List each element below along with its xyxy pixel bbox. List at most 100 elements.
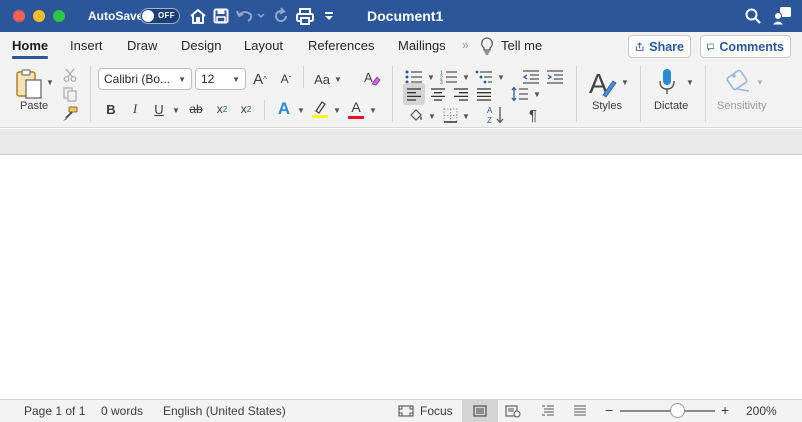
align-right-icon[interactable] — [451, 83, 471, 105]
line-spacing-chevron-icon[interactable]: ▼ — [533, 90, 541, 99]
highlight-chevron-icon[interactable]: ▼ — [333, 106, 341, 115]
superscript-button[interactable]: x2 — [236, 99, 256, 119]
underline-options-chevron-icon[interactable]: ▼ — [172, 106, 180, 115]
borders-chevron-icon[interactable]: ▼ — [462, 112, 470, 121]
group-separator — [303, 66, 304, 88]
borders-icon[interactable] — [440, 105, 460, 125]
print-icon[interactable] — [294, 5, 316, 27]
font-size-value: 12 — [201, 72, 215, 86]
undo-dropdown-icon[interactable] — [254, 5, 268, 27]
subscript-button[interactable]: x2 — [212, 99, 232, 119]
shading-icon[interactable] — [406, 105, 426, 125]
copy-icon[interactable] — [62, 86, 78, 102]
zoom-out-button[interactable]: − — [605, 402, 613, 418]
font-color-chevron-icon[interactable]: ▼ — [369, 106, 377, 115]
undo-icon[interactable] — [234, 5, 256, 27]
language-indicator[interactable]: English (United States) — [163, 404, 286, 418]
increase-indent-icon[interactable] — [545, 68, 565, 86]
close-window-button[interactable] — [13, 10, 25, 22]
shading-chevron-icon[interactable]: ▼ — [428, 112, 436, 121]
text-effects-chevron-icon[interactable]: ▼ — [297, 106, 305, 115]
web-layout-icon[interactable] — [505, 405, 521, 421]
grow-font-glyph: A — [253, 70, 264, 88]
lightbulb-icon[interactable] — [480, 37, 494, 58]
grow-font-button[interactable]: A ^ — [250, 69, 270, 89]
customize-toolbar-icon[interactable] — [318, 5, 340, 27]
strikethrough-button[interactable]: ab — [186, 99, 206, 119]
svg-text:A: A — [487, 106, 493, 115]
tab-layout[interactable]: Layout — [244, 38, 283, 53]
microphone-icon[interactable] — [654, 66, 680, 98]
bullets-chevron-icon[interactable]: ▼ — [427, 73, 435, 82]
align-center-icon[interactable] — [428, 83, 448, 105]
word-count[interactable]: 0 words — [101, 404, 143, 418]
group-separator — [392, 66, 393, 122]
cut-icon[interactable] — [62, 67, 78, 83]
comments-button[interactable]: Comments — [700, 35, 791, 58]
font-name-dropdown[interactable]: Calibri (Bo... ▼ — [98, 68, 192, 90]
paste-options-chevron-icon[interactable]: ▼ — [46, 78, 54, 87]
zoom-slider-thumb[interactable] — [670, 403, 685, 418]
multilevel-chevron-icon[interactable]: ▼ — [497, 73, 505, 82]
numbering-chevron-icon[interactable]: ▼ — [462, 73, 470, 82]
document-canvas[interactable] — [0, 155, 802, 399]
tab-insert[interactable]: Insert — [70, 38, 103, 53]
styles-chevron-icon[interactable]: ▼ — [621, 78, 629, 87]
styles-label: Styles — [592, 100, 622, 112]
text-effects-button[interactable]: A — [274, 98, 294, 120]
group-separator — [90, 66, 91, 122]
focus-icon[interactable] — [398, 405, 414, 420]
tab-references[interactable]: References — [308, 38, 374, 53]
sensitivity-chevron-icon[interactable]: ▼ — [756, 78, 764, 87]
minimize-window-button[interactable] — [33, 10, 45, 22]
group-separator — [576, 66, 577, 122]
dictate-chevron-icon[interactable]: ▼ — [686, 78, 694, 87]
bold-button[interactable]: B — [102, 99, 120, 119]
zoom-slider-track[interactable] — [620, 410, 715, 412]
align-left-icon[interactable] — [403, 83, 425, 105]
account-icon[interactable] — [771, 5, 793, 27]
save-icon[interactable] — [210, 5, 232, 27]
share-button[interactable]: Share — [628, 35, 691, 58]
superscript-suffix: 2 — [246, 104, 252, 114]
sensitivity-icon[interactable] — [724, 66, 754, 96]
tab-home[interactable]: Home — [12, 38, 48, 53]
chevron-down-icon: ▼ — [232, 74, 240, 84]
zoom-in-button[interactable]: + — [721, 402, 729, 418]
autosave-toggle[interactable]: OFF — [140, 8, 180, 24]
home-icon[interactable] — [187, 5, 209, 27]
more-tabs-chevron-icon[interactable]: » — [462, 38, 469, 52]
styles-icon[interactable]: A — [586, 66, 622, 100]
italic-button[interactable]: I — [126, 99, 144, 119]
print-layout-view-button[interactable] — [462, 400, 498, 422]
line-spacing-icon[interactable] — [510, 83, 530, 105]
draft-view-icon[interactable] — [573, 405, 587, 420]
chevron-down-icon: ▼ — [333, 74, 342, 84]
shrink-font-button[interactable]: Aˇ — [276, 69, 296, 89]
justify-icon[interactable] — [474, 83, 494, 105]
font-size-dropdown[interactable]: 12 ▼ — [195, 68, 246, 90]
outline-view-icon[interactable] — [541, 405, 555, 420]
sort-icon[interactable]: AZ — [485, 104, 507, 126]
focus-label[interactable]: Focus — [420, 404, 453, 418]
tell-me-search[interactable]: Tell me — [501, 38, 542, 53]
highlight-icon[interactable] — [310, 98, 330, 120]
page-count[interactable]: Page 1 of 1 — [24, 404, 85, 418]
font-color-button[interactable]: A — [346, 98, 366, 120]
tab-design[interactable]: Design — [181, 38, 221, 53]
zoom-window-button[interactable] — [53, 10, 65, 22]
zoom-level[interactable]: 200% — [746, 404, 777, 418]
format-painter-icon[interactable] — [61, 105, 79, 123]
underline-button[interactable]: U — [150, 99, 168, 119]
search-icon[interactable] — [742, 5, 764, 27]
font-color-swatch — [348, 115, 364, 119]
redo-icon[interactable] — [270, 5, 292, 27]
clear-formatting-icon[interactable]: A — [362, 68, 382, 88]
change-case-button[interactable]: Aa ▼ — [312, 69, 344, 89]
show-formatting-marks-icon[interactable]: ¶ — [523, 105, 543, 125]
tab-draw[interactable]: Draw — [127, 38, 157, 53]
strikethrough-glyph: ab — [189, 102, 203, 116]
tab-mailings[interactable]: Mailings — [398, 38, 446, 53]
shrink-font-glyph: A — [280, 72, 289, 86]
paste-icon[interactable] — [14, 68, 46, 100]
